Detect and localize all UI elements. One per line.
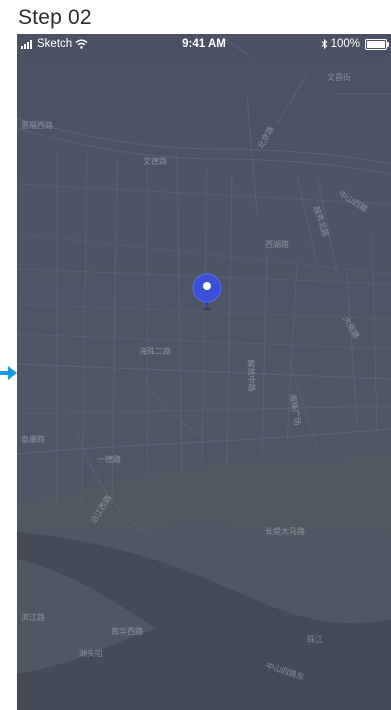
- map-label: 文昌街: [327, 73, 351, 82]
- map-label: 西湖路: [265, 240, 289, 249]
- map-label: 珠江: [307, 635, 323, 644]
- status-bar: Sketch 9:41 AM 100%: [17, 34, 391, 56]
- step-title: Step 02: [18, 6, 92, 29]
- map-label: 洲头咀: [79, 649, 103, 658]
- map-view[interactable]: [17, 34, 391, 710]
- map-label: 一德路: [97, 455, 121, 464]
- map-label: 长堤大马路: [265, 527, 305, 536]
- flow-arrow-icon: [0, 366, 17, 380]
- map-label: 海珠二路: [139, 347, 171, 356]
- phone-screen: 文昌街 北京路 惠福西路 文德路 中山四路 越秀北路 海珠二路 解放中路 西湖路…: [17, 34, 391, 710]
- battery-percent: 100%: [330, 38, 360, 50]
- map-label: 解放中路: [245, 359, 257, 392]
- status-right: 100%: [321, 38, 389, 50]
- bluetooth-icon: [321, 39, 327, 49]
- map-label: 泰康路: [21, 435, 45, 444]
- battery-icon: [365, 38, 389, 50]
- map-label: 文德路: [143, 157, 167, 166]
- location-pin-icon[interactable]: [190, 272, 224, 312]
- map-label: 惠福西路: [21, 121, 53, 130]
- map-label: 南华西路: [111, 627, 143, 636]
- map-label: 滨江路: [21, 613, 45, 622]
